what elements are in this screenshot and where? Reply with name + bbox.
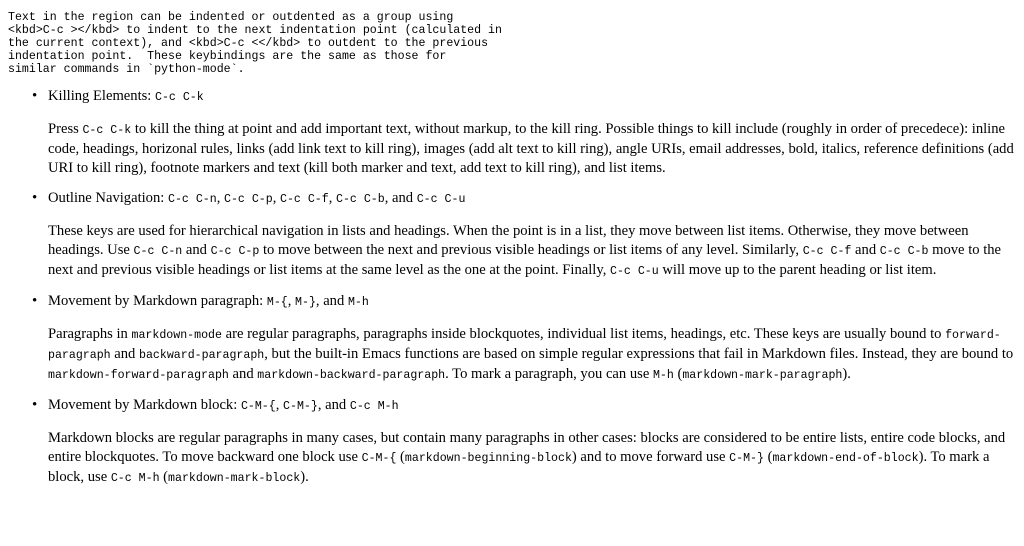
text-span: , but the built-in Emacs functions are b… bbox=[264, 346, 1014, 362]
inline-code: C-c C-p bbox=[223, 193, 273, 206]
text-span: . To mark a paragraph, you can use bbox=[445, 366, 653, 382]
inline-code: markdown-mark-block bbox=[168, 472, 301, 485]
list-item-killing-elements: Killing Elements: C-c C-k Press C-c C-k … bbox=[32, 87, 1016, 178]
text-span: and bbox=[228, 366, 258, 382]
text-span: Outline Navigation: bbox=[48, 190, 168, 206]
keybinding-list: Killing Elements: C-c C-k Press C-c C-k … bbox=[8, 87, 1016, 488]
inline-code: C-c C-k bbox=[155, 91, 204, 104]
text-span: ). bbox=[842, 366, 851, 382]
inline-code: C-c M-h bbox=[349, 400, 399, 413]
inline-code: C-M-{ bbox=[361, 452, 397, 465]
inline-code: C-c C-b bbox=[879, 245, 929, 258]
item-paragraph: These keys are used for hierarchical nav… bbox=[48, 222, 1016, 281]
text-span: , bbox=[275, 397, 284, 413]
inline-code: C-c C-n bbox=[167, 193, 217, 206]
inline-code: markdown-backward-paragraph bbox=[257, 369, 446, 382]
inline-code: markdown-mark-paragraph bbox=[682, 369, 843, 382]
text-span: Killing Elements: bbox=[48, 88, 156, 104]
inline-code: markdown-forward-paragraph bbox=[48, 369, 229, 382]
inline-code: C-c C-b bbox=[335, 193, 385, 206]
text-span: , and bbox=[315, 293, 348, 309]
inline-code: C-c C-u bbox=[610, 265, 659, 278]
item-paragraph: Press C-c C-k to kill the thing at point… bbox=[48, 120, 1016, 178]
item-title: Movement by Markdown paragraph: M-{, M-}… bbox=[48, 292, 1016, 312]
text-span: and bbox=[110, 346, 139, 362]
text-span: , bbox=[216, 190, 224, 206]
inline-code: C-c C-u bbox=[416, 193, 466, 206]
document-page: Text in the region can be indented or ou… bbox=[0, 0, 1024, 488]
text-span: , bbox=[287, 293, 296, 309]
item-paragraph: Markdown blocks are regular paragraphs i… bbox=[48, 429, 1016, 488]
inline-code: C-c C-p bbox=[210, 245, 260, 258]
text-span: to kill the thing at point and add impor… bbox=[48, 121, 1014, 176]
inline-code: C-c M-h bbox=[110, 472, 160, 485]
text-span: , bbox=[328, 190, 336, 206]
inline-code: C-M-} bbox=[729, 452, 764, 465]
inline-code: markdown-mode bbox=[131, 329, 222, 342]
text-span: , bbox=[272, 190, 280, 206]
text-span: , and bbox=[317, 397, 350, 413]
inline-code: markdown-end-of-block bbox=[772, 452, 919, 465]
text-span: Paragraphs in bbox=[48, 326, 132, 342]
inline-code: M-h bbox=[652, 369, 674, 382]
text-span: and bbox=[851, 242, 880, 258]
text-span: ). bbox=[300, 469, 309, 485]
text-span: Movement by Markdown block: bbox=[48, 397, 241, 413]
inline-code: backward-paragraph bbox=[139, 349, 265, 362]
text-span: Movement by Markdown paragraph: bbox=[48, 293, 267, 309]
inline-code: C-M-{ bbox=[240, 400, 276, 413]
list-item-movement-by-block: Movement by Markdown block: C-M-{, C-M-}… bbox=[32, 396, 1016, 488]
item-title: Movement by Markdown block: C-M-{, C-M-}… bbox=[48, 396, 1016, 416]
inline-code: C-c C-k bbox=[82, 124, 132, 137]
inline-code: C-c C-n bbox=[133, 245, 183, 258]
list-item-movement-by-paragraph: Movement by Markdown paragraph: M-{, M-}… bbox=[32, 292, 1016, 385]
inline-code: C-M-} bbox=[283, 400, 318, 413]
inline-code: M-{ bbox=[266, 296, 288, 309]
item-title: Outline Navigation: C-c C-n, C-c C-p, C-… bbox=[48, 189, 1016, 209]
text-span: ( bbox=[159, 469, 169, 485]
intro-preformatted-text: Text in the region can be indented or ou… bbox=[8, 11, 502, 76]
item-title: Killing Elements: C-c C-k bbox=[48, 87, 1016, 107]
inline-code: C-c C-f bbox=[802, 245, 852, 258]
item-paragraph: Paragraphs in markdown-mode are regular … bbox=[48, 325, 1016, 385]
text-span: ) and to move forward use bbox=[571, 449, 730, 465]
text-span: ( bbox=[396, 449, 405, 465]
inline-code: M-} bbox=[295, 296, 316, 309]
text-span: are regular paragraphs, paragraphs insid… bbox=[221, 326, 946, 342]
list-item-outline-navigation: Outline Navigation: C-c C-n, C-c C-p, C-… bbox=[32, 189, 1016, 281]
inline-code: markdown-beginning-block bbox=[404, 452, 572, 465]
text-span: and bbox=[182, 242, 211, 258]
text-span: Press bbox=[48, 121, 83, 137]
inline-code: M-h bbox=[347, 296, 369, 309]
text-span: , and bbox=[384, 190, 417, 206]
text-span: will move up to the parent heading or li… bbox=[658, 262, 937, 278]
text-span: to move between the next and previous vi… bbox=[259, 242, 803, 258]
inline-code: C-c C-f bbox=[279, 193, 329, 206]
